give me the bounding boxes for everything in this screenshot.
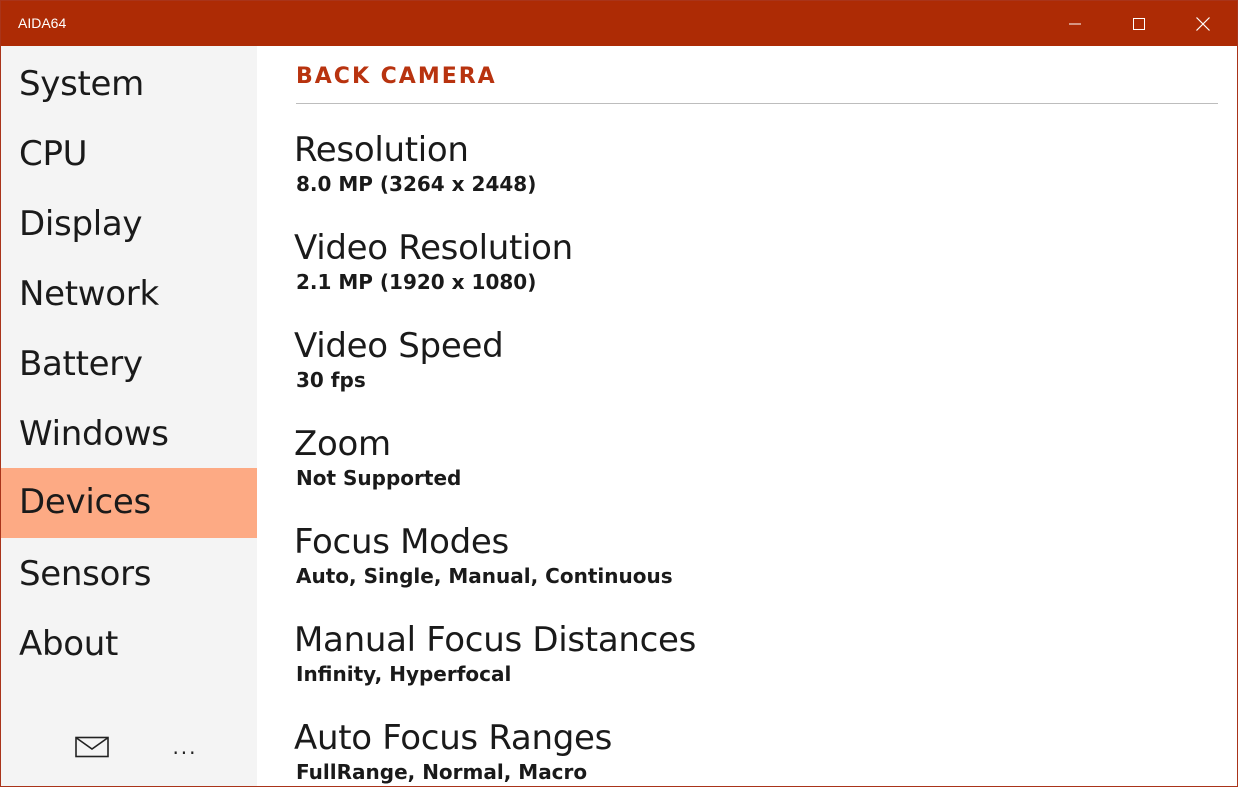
main-content: BACK CAMERA Resolution 8.0 MP (3264 x 24…: [257, 46, 1237, 786]
maximize-icon: [1133, 17, 1145, 30]
property-name: Zoom: [294, 424, 391, 464]
sidebar-item-label: About: [19, 624, 119, 664]
property-value: FullRange, Normal, Macro: [296, 760, 588, 784]
maximize-button[interactable]: [1107, 1, 1171, 46]
property-item: Manual Focus Distances Infinity, Hyperfo…: [294, 620, 1194, 686]
section-title: BACK CAMERA: [296, 64, 497, 89]
property-item: Video Speed 30 fps: [294, 326, 1194, 392]
sidebar-item-devices[interactable]: Devices: [1, 468, 257, 538]
sidebar-item-label: Battery: [19, 344, 143, 384]
sidebar-item-system[interactable]: System: [1, 50, 257, 120]
property-name: Video Resolution: [294, 228, 573, 268]
sidebar-item-battery[interactable]: Battery: [1, 330, 257, 400]
property-item: Resolution 8.0 MP (3264 x 2448): [294, 130, 1194, 196]
sidebar-item-windows[interactable]: Windows: [1, 400, 257, 470]
sidebar-item-label: CPU: [19, 134, 88, 174]
property-name: Focus Modes: [294, 522, 509, 562]
more-button[interactable]: ...: [161, 727, 209, 767]
close-icon: [1196, 16, 1210, 31]
sidebar-item-label: Windows: [19, 414, 169, 454]
sidebar-item-display[interactable]: Display: [1, 190, 257, 260]
property-value: 2.1 MP (1920 x 1080): [296, 270, 537, 294]
section-divider: [296, 103, 1218, 104]
sidebar-item-cpu[interactable]: CPU: [1, 120, 257, 190]
sidebar-item-label: System: [19, 64, 144, 104]
sidebar-item-label: Devices: [19, 482, 151, 522]
property-item: Video Resolution 2.1 MP (1920 x 1080): [294, 228, 1194, 294]
sidebar-item-label: Sensors: [19, 554, 152, 594]
property-name: Resolution: [294, 130, 469, 170]
property-value: 30 fps: [296, 368, 366, 392]
mail-icon: [75, 736, 109, 758]
property-value: Not Supported: [296, 466, 462, 490]
property-value: 8.0 MP (3264 x 2448): [296, 172, 537, 196]
more-icon: ...: [172, 735, 198, 759]
sidebar-nav: System CPU Display Network Battery Windo…: [1, 46, 257, 786]
window-title: AIDA64: [18, 15, 67, 31]
minimize-button[interactable]: [1043, 1, 1107, 46]
sidebar-item-about[interactable]: About: [1, 610, 257, 680]
sidebar-item-sensors[interactable]: Sensors: [1, 540, 257, 610]
sidebar-item-label: Network: [19, 274, 159, 314]
property-name: Manual Focus Distances: [294, 620, 697, 660]
sidebar-item-label: Display: [19, 204, 143, 244]
mail-button[interactable]: [68, 727, 116, 767]
property-item: Zoom Not Supported: [294, 424, 1194, 490]
property-item: Focus Modes Auto, Single, Manual, Contin…: [294, 522, 1194, 588]
property-name: Video Speed: [294, 326, 504, 366]
property-value: Infinity, Hyperfocal: [296, 662, 512, 686]
app-window: AIDA64 System CPU Display Network Batter…: [0, 0, 1238, 787]
sidebar-item-network[interactable]: Network: [1, 260, 257, 330]
title-bar[interactable]: AIDA64: [1, 1, 1237, 46]
property-item: Auto Focus Ranges FullRange, Normal, Mac…: [294, 718, 1194, 784]
close-button[interactable]: [1171, 1, 1235, 46]
property-value: Auto, Single, Manual, Continuous: [296, 564, 673, 588]
minimize-icon: [1069, 23, 1081, 24]
property-name: Auto Focus Ranges: [294, 718, 613, 758]
